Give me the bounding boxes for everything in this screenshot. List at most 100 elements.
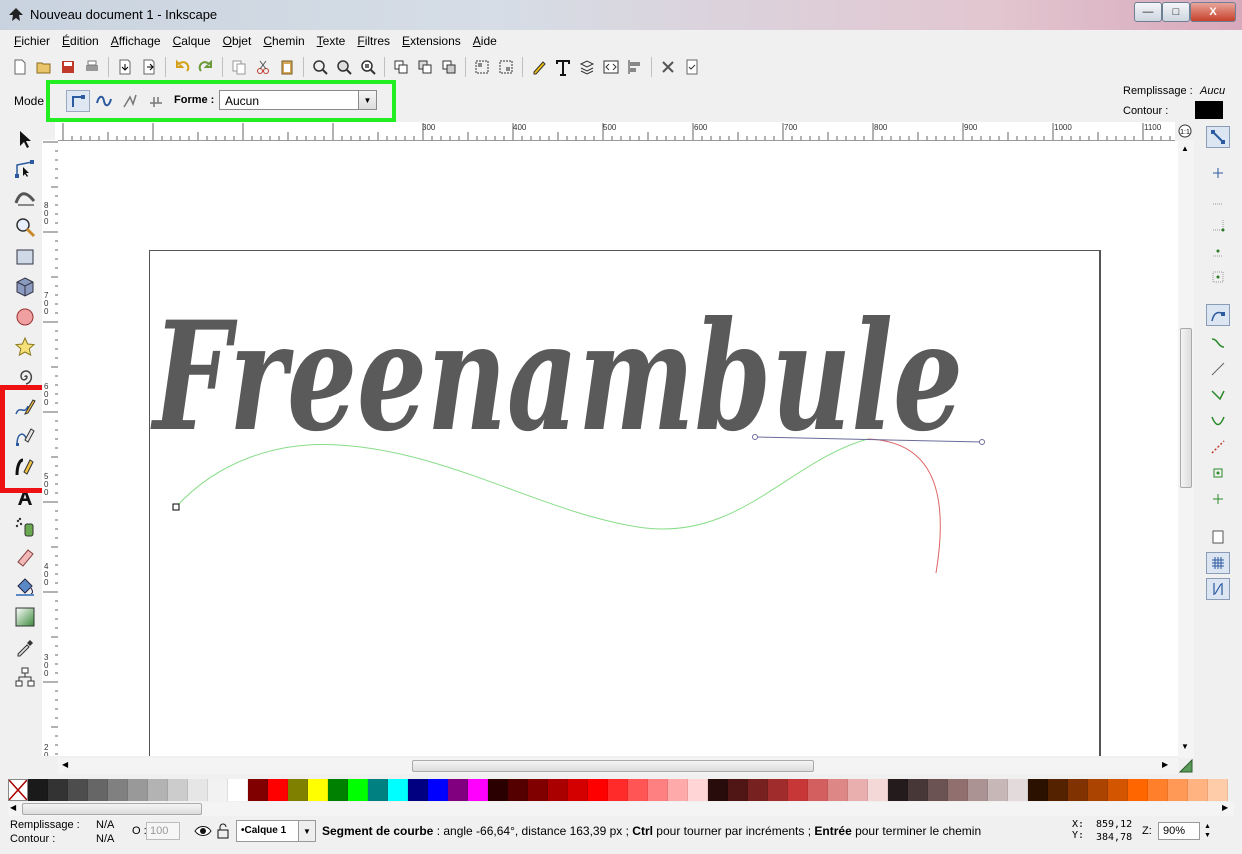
color-swatch[interactable] [1128,779,1148,801]
bezier-handle-point[interactable] [979,439,985,445]
palette-scroll-thumb[interactable] [22,803,202,815]
text-font-icon[interactable] [551,55,575,79]
snap-bbox-edge-icon[interactable] [1206,188,1230,210]
vertical-ruler[interactable]: 800 700 600 500 400 300 200 [42,140,59,756]
color-swatch[interactable] [828,779,848,801]
clone-icon[interactable] [413,55,437,79]
color-swatch[interactable] [848,779,868,801]
snap-cusp-nodes-icon[interactable] [1206,384,1230,406]
opacity-input[interactable]: 100 [146,822,180,840]
duplicate-icon[interactable] [389,55,413,79]
snap-paths-icon[interactable] [1206,332,1230,354]
zoom-selection-icon[interactable] [308,55,332,79]
snap-toggle-icon[interactable] [1206,126,1230,148]
scroll-down-icon[interactable]: ▼ [1181,742,1189,751]
scroll-left-icon[interactable]: ◀ [10,803,16,812]
eraser-icon[interactable] [12,544,38,570]
lock-icon[interactable] [216,823,232,841]
color-swatch[interactable] [908,779,928,801]
vertical-scroll-thumb[interactable] [1180,328,1192,488]
color-swatch[interactable] [668,779,688,801]
node-icon[interactable] [12,156,38,182]
zoom-1-1-icon[interactable]: 1:1 [1175,122,1195,140]
color-swatch[interactable] [788,779,808,801]
undo-icon[interactable] [170,55,194,79]
align-icon[interactable] [623,55,647,79]
snap-intersections-icon[interactable] [1206,358,1230,380]
copy-icon[interactable] [227,55,251,79]
preferences-icon[interactable] [656,55,680,79]
menu-chemin[interactable]: Chemin [257,34,310,48]
snap-guides-icon[interactable] [1206,578,1230,600]
color-swatch[interactable] [68,779,88,801]
color-swatch[interactable] [268,779,288,801]
document-properties-icon[interactable] [680,55,704,79]
snap-midpoints-icon[interactable] [1206,436,1230,458]
color-manage-icon[interactable] [1178,758,1196,776]
color-swatch[interactable] [248,779,268,801]
color-swatch[interactable] [728,779,748,801]
save-icon[interactable] [56,55,80,79]
snap-grid-icon[interactable] [1206,552,1230,574]
snap-smooth-nodes-icon[interactable] [1206,410,1230,432]
color-swatch[interactable] [688,779,708,801]
color-swatch[interactable] [548,779,568,801]
zoom-icon[interactable] [12,214,38,240]
maximize-button[interactable]: □ [1162,2,1190,22]
menu-texte[interactable]: Texte [311,34,352,48]
new-document-icon[interactable] [8,55,32,79]
ungroup-icon[interactable] [494,55,518,79]
color-swatch[interactable] [188,779,208,801]
bezier-handle-point[interactable] [752,434,758,440]
menu-objet[interactable]: Objet [217,34,258,48]
color-swatch[interactable] [168,779,188,801]
snap-nodes-icon[interactable] [1206,304,1230,326]
color-swatch[interactable] [648,779,668,801]
import-icon[interactable] [113,55,137,79]
no-color-swatch[interactable] [8,779,28,801]
menu-filtres[interactable]: Filtres [351,34,396,48]
spray-icon[interactable] [12,514,38,540]
unlink-clone-icon[interactable] [437,55,461,79]
cut-icon[interactable] [251,55,275,79]
menu-edition[interactable]: Édition [56,34,105,48]
path-start-node[interactable] [172,503,180,511]
color-swatch[interactable] [1108,779,1128,801]
horizontal-ruler[interactable]: 300 400 500 600 700 800 900 1000 1100 [55,122,1175,141]
color-swatch[interactable] [348,779,368,801]
menu-extensions[interactable]: Extensions [396,34,467,48]
color-swatch[interactable] [228,779,248,801]
snap-object-center-icon[interactable] [1206,462,1230,484]
scroll-up-icon[interactable]: ▲ [1181,144,1189,153]
rectangle-icon[interactable] [12,244,38,270]
color-swatch[interactable] [468,779,488,801]
fill-stroke-icon[interactable] [527,55,551,79]
menu-aide[interactable]: Aide [467,34,503,48]
color-swatch[interactable] [768,779,788,801]
color-swatch[interactable] [1088,779,1108,801]
zoom-spinner-icon[interactable]: ▲ ▼ [1204,822,1214,840]
color-swatch[interactable] [48,779,68,801]
color-swatch[interactable] [368,779,388,801]
color-swatch[interactable] [588,779,608,801]
ellipse-icon[interactable] [12,304,38,330]
color-swatch[interactable] [628,779,648,801]
box3d-icon[interactable] [12,274,38,300]
fill-stroke-indicator[interactable]: Remplissage : Aucu Contour : [1118,82,1234,122]
color-swatch[interactable] [608,779,628,801]
layer-select[interactable]: •Calque 1 ▼ [236,820,316,842]
color-swatch[interactable] [1028,779,1048,801]
color-swatch[interactable] [1068,779,1088,801]
menu-fichier[interactable]: Fichier [8,34,56,48]
minimize-button[interactable]: — [1134,2,1162,22]
color-swatch[interactable] [148,779,168,801]
zoom-page-icon[interactable] [356,55,380,79]
star-icon[interactable] [12,334,38,360]
color-swatch[interactable] [948,779,968,801]
color-swatch[interactable] [508,779,528,801]
scroll-right-icon[interactable]: ▶ [1222,803,1228,812]
color-swatch[interactable] [208,779,228,801]
close-button[interactable]: X [1190,2,1236,22]
tweak-icon[interactable] [12,184,38,210]
color-swatch[interactable] [1188,779,1208,801]
